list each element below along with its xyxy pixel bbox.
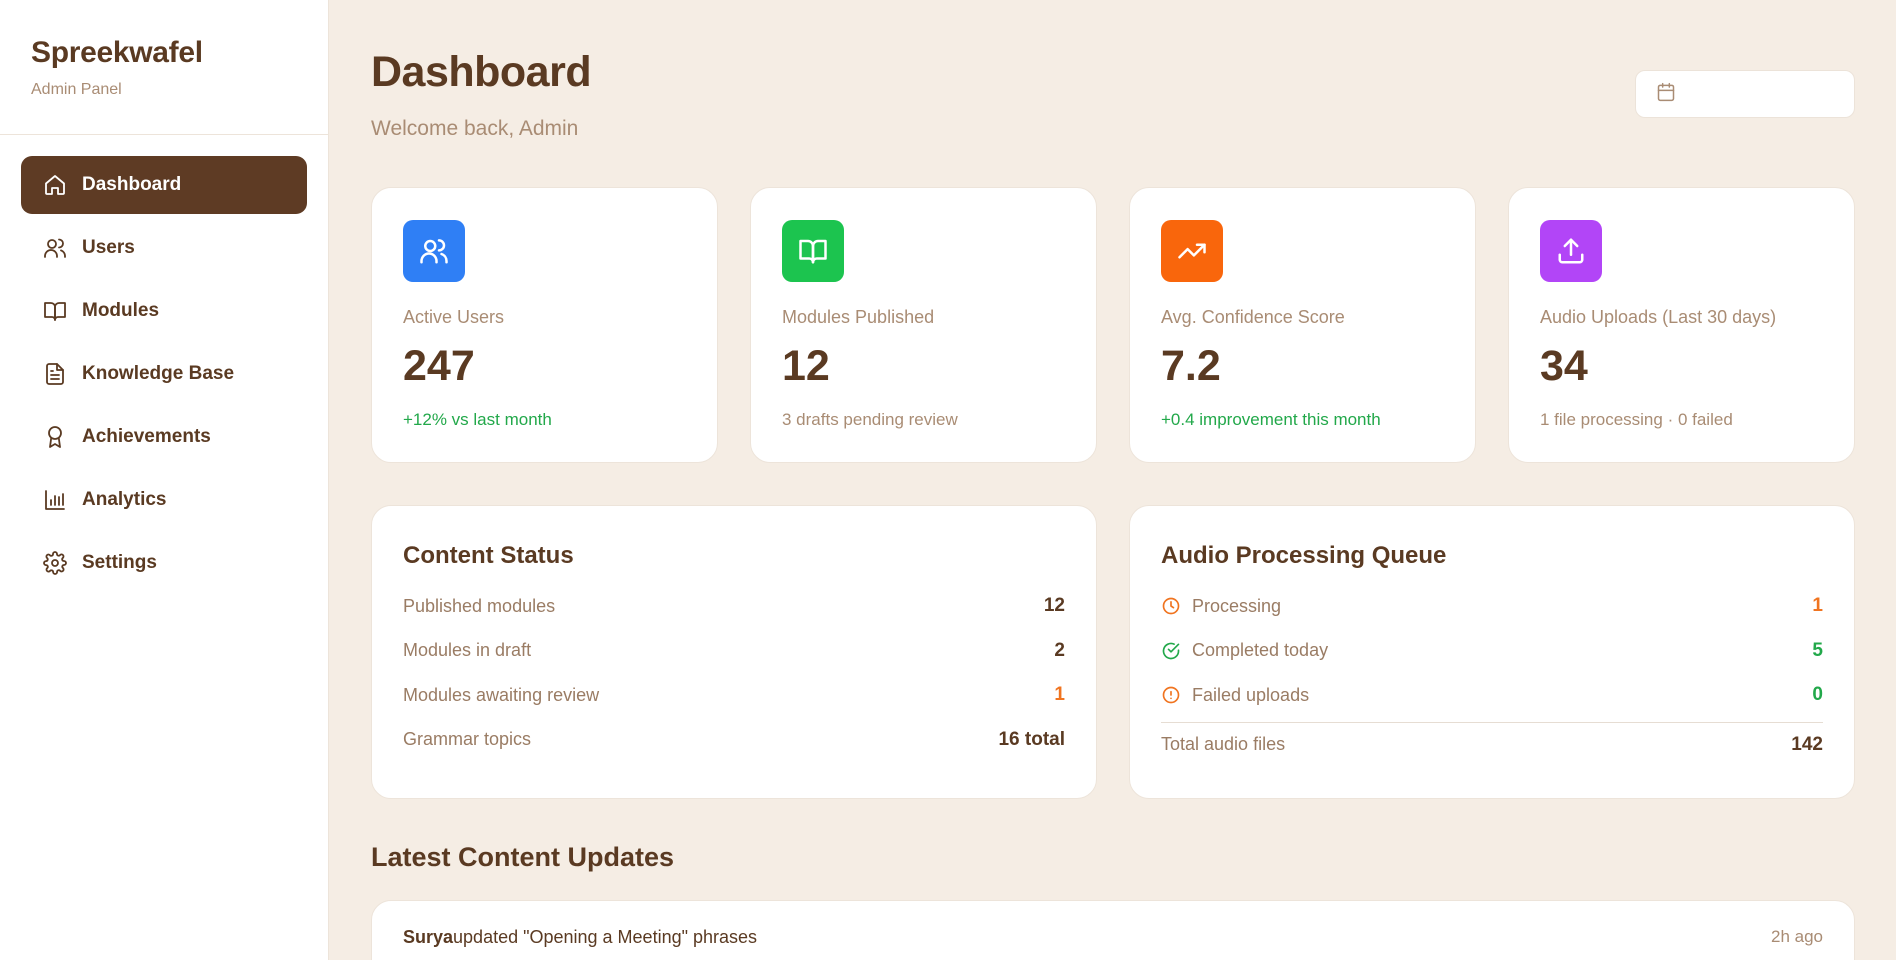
section-title: Latest Content Updates: [371, 842, 675, 872]
row-label: Modules awaiting review: [403, 684, 600, 705]
sidebar-item-label: Dashboard: [82, 174, 182, 195]
brand-subtitle: Admin Panel: [31, 81, 122, 98]
stat-cards: Active Users 247 +12% vs last month Modu…: [371, 187, 1855, 463]
content-status-panel: Content Status Published modules 12 Modu…: [371, 505, 1097, 799]
sidebar-item-label: Analytics: [82, 489, 167, 510]
sidebar-item-settings[interactable]: Settings: [21, 534, 307, 592]
brand: Spreekwafel Admin Panel: [0, 0, 328, 135]
status-panels: Content Status Published modules 12 Modu…: [371, 505, 1855, 799]
row-value: 0: [1812, 684, 1823, 706]
queue-row: Failed uploads 0: [1161, 673, 1823, 718]
row-value: 1: [1054, 684, 1065, 706]
gear-icon: [42, 550, 68, 576]
row-label: Failed uploads: [1192, 684, 1310, 705]
row-label: Grammar topics: [403, 729, 532, 750]
row-value: 16 total: [998, 728, 1065, 750]
stat-value: 7.2: [1161, 342, 1221, 390]
stat-label: Audio Uploads (Last 30 days): [1540, 307, 1777, 327]
sidebar-item-dashboard[interactable]: Dashboard: [21, 156, 307, 214]
sidebar-item-modules[interactable]: Modules: [21, 282, 307, 340]
update-list-item[interactable]: Suryaupdated "Opening a Meeting" phrases…: [371, 900, 1855, 960]
stat-label: Avg. Confidence Score: [1161, 307, 1345, 327]
row-value: 1: [1812, 595, 1823, 617]
row-value: 142: [1791, 733, 1823, 755]
update-description: updated "Opening a Meeting" phrases: [453, 927, 758, 947]
bar-chart-icon: [42, 487, 68, 513]
stat-card-active-users: Active Users 247 +12% vs last month: [371, 187, 718, 463]
update-user: Surya: [403, 927, 454, 947]
sidebar-item-knowledge-base[interactable]: Knowledge Base: [21, 345, 307, 403]
stat-note: +12% vs last month: [403, 410, 552, 429]
trending-up-icon: [1161, 220, 1223, 282]
row-value: 12: [1043, 595, 1065, 617]
check-circle-icon: [1161, 641, 1181, 661]
update-time: 2h ago: [1771, 927, 1823, 946]
date-picker-button[interactable]: [1635, 70, 1855, 118]
stat-value: 34: [1540, 342, 1588, 390]
sidebar-nav: Dashboard Users Modules Knowledge Base A…: [0, 135, 328, 592]
row-label: Completed today: [1192, 640, 1329, 661]
row-value: 2: [1054, 639, 1065, 661]
clock-icon: [1161, 596, 1181, 616]
upload-icon: [1540, 220, 1602, 282]
panel-title: Audio Processing Queue: [1161, 542, 1447, 569]
file-text-icon: [42, 361, 68, 387]
stat-note: 1 file processing · 0 failed: [1540, 410, 1733, 429]
sidebar-item-achievements[interactable]: Achievements: [21, 408, 307, 466]
page-subtitle: Welcome back, Admin: [371, 117, 579, 140]
stat-value: 12: [782, 342, 830, 390]
brand-name: Spreekwafel: [31, 36, 203, 69]
queue-row: Processing 1: [1161, 584, 1823, 629]
status-row: Modules awaiting review 1: [403, 673, 1065, 718]
sidebar-item-label: Settings: [82, 552, 157, 573]
page-title: Dashboard: [371, 48, 592, 96]
stat-value: 247: [403, 342, 475, 390]
stat-label: Modules Published: [782, 307, 935, 327]
row-label: Processing: [1192, 595, 1282, 616]
sidebar-item-label: Achievements: [82, 426, 211, 447]
stat-label: Active Users: [403, 307, 505, 327]
audio-queue-panel: Audio Processing Queue Processing 1 Comp…: [1129, 505, 1855, 799]
queue-total-row: Total audio files 142: [1161, 723, 1823, 767]
status-row: Published modules 12: [403, 584, 1065, 629]
sidebar-item-analytics[interactable]: Analytics: [21, 471, 307, 529]
sidebar-item-label: Users: [82, 237, 135, 258]
row-label: Published modules: [403, 595, 556, 616]
sidebar-item-label: Knowledge Base: [82, 363, 235, 384]
row-value: 5: [1812, 639, 1823, 661]
home-icon: [42, 172, 68, 198]
row-label: Total audio files: [1161, 734, 1286, 754]
award-icon: [42, 424, 68, 450]
row-label: Modules in draft: [403, 640, 532, 661]
book-icon: [42, 298, 68, 324]
book-icon: [782, 220, 844, 282]
sidebar-item-users[interactable]: Users: [21, 219, 307, 277]
sidebar-item-label: Modules: [82, 300, 160, 321]
alert-circle-icon: [1161, 685, 1181, 705]
sidebar: Spreekwafel Admin Panel Dashboard Users …: [0, 0, 329, 960]
stat-card-modules-published: Modules Published 12 3 drafts pending re…: [750, 187, 1097, 463]
status-row: Modules in draft 2: [403, 629, 1065, 674]
update-text: Suryaupdated "Opening a Meeting" phrases: [403, 927, 757, 960]
calendar-icon: [1656, 82, 1676, 107]
queue-row: Completed today 5: [1161, 629, 1823, 674]
users-icon: [403, 220, 465, 282]
stat-card-confidence-score: Avg. Confidence Score 7.2 +0.4 improveme…: [1129, 187, 1476, 463]
panel-title: Content Status: [403, 542, 574, 569]
stat-card-audio-uploads: Audio Uploads (Last 30 days) 34 1 file p…: [1508, 187, 1855, 463]
stat-note: 3 drafts pending review: [782, 410, 958, 429]
stat-note: +0.4 improvement this month: [1161, 410, 1381, 429]
status-row: Grammar topics 16 total: [403, 718, 1065, 763]
users-icon: [42, 235, 68, 261]
